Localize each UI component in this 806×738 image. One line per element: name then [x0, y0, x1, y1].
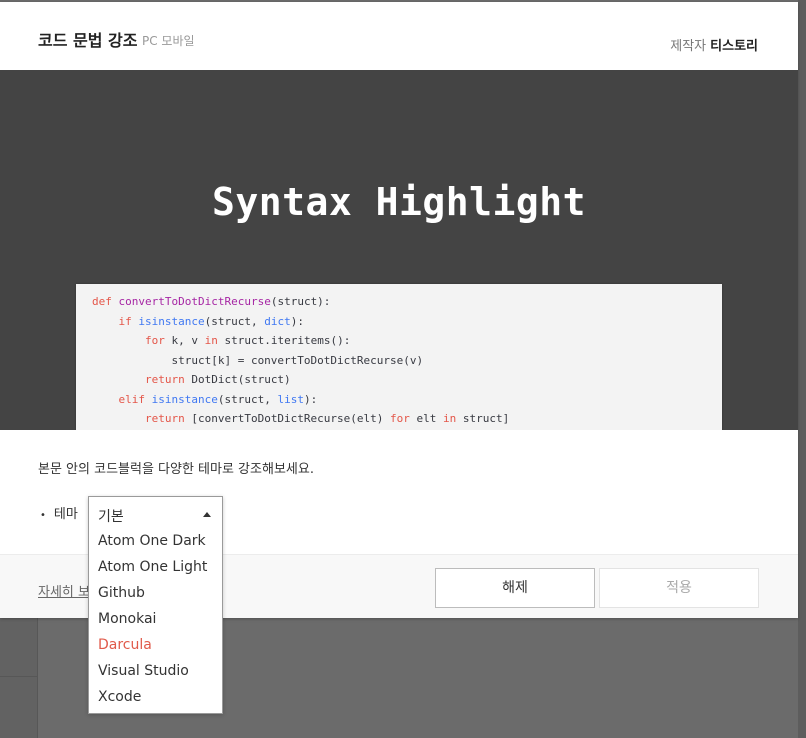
release-button[interactable]: 해제 — [435, 568, 595, 608]
code-token: isinstance — [151, 392, 218, 406]
code-token: struct.iteritems(): — [224, 334, 351, 347]
code-line: return DotDict(struct) — [92, 370, 722, 390]
code-token: elif — [118, 392, 152, 406]
maker-info: 제작자 티스토리 — [670, 35, 758, 54]
code-token: if — [118, 314, 139, 328]
preview-title: Syntax Highlight — [211, 180, 587, 224]
code-token: convertToDotDictRecurse — [118, 295, 271, 308]
code-line: elif isinstance(struct, list): — [92, 390, 722, 410]
background-scrollbar — [798, 0, 806, 738]
code-token: DotDict(struct) — [191, 373, 291, 386]
code-token: struct] — [462, 412, 510, 425]
theme-option-darcula[interactable]: Darcula — [89, 632, 222, 658]
plugin-description: 본문 안의 코드블럭을 다양한 테마로 강조해보세요. — [38, 462, 314, 477]
code-token: return — [144, 373, 192, 386]
maker-name: 티스토리 — [710, 39, 758, 54]
code-token: in — [204, 334, 225, 347]
theme-select-value[interactable]: 기본 — [89, 497, 222, 529]
code-sample: def convertToDotDictRecurse(struct): if … — [76, 284, 722, 430]
theme-row: • 테마 — [40, 503, 78, 522]
platform-label: PC 모바일 — [142, 34, 195, 48]
code-line: if isinstance(struct, dict): — [92, 312, 722, 332]
code-token: isinstance — [138, 314, 205, 328]
code-token: elt — [416, 412, 444, 425]
theme-option-atom-one-dark[interactable]: Atom One Dark — [89, 528, 222, 554]
theme-select[interactable]: 기본 Atom One Dark Atom One Light Github Mono… — [88, 496, 223, 714]
code-token: dict — [264, 314, 291, 328]
code-token: ): — [303, 392, 318, 406]
code-line: return [convertToDotDictRecurse(elt) for… — [92, 409, 722, 429]
theme-option-monokai[interactable]: Monokai — [89, 606, 222, 632]
code-token: for — [144, 334, 172, 347]
theme-select-value-text: 기본 — [98, 509, 124, 525]
code-token: [convertToDotDictRecurse(elt) — [191, 412, 391, 425]
background-divider — [0, 676, 38, 677]
code-line: def convertToDotDictRecurse(struct): — [92, 292, 722, 312]
code-token: def — [92, 295, 119, 308]
theme-option-github[interactable]: Github — [89, 580, 222, 606]
code-line: struct[k] = convertToDotDictRecurse(v) — [92, 351, 722, 371]
code-token: k, v — [171, 334, 205, 347]
background-sidebar — [0, 618, 38, 738]
theme-option-visual-studio[interactable]: Visual Studio — [89, 658, 222, 684]
code-token: (struct, — [204, 314, 265, 328]
caret-up-icon — [203, 512, 211, 517]
bullet: • — [40, 510, 46, 521]
theme-label: 테마 — [53, 507, 78, 522]
code-token: in — [443, 412, 463, 425]
code-token: return — [144, 412, 192, 425]
modal-title: 코드 문법 강조 — [38, 31, 138, 50]
code-token: ): — [290, 314, 304, 328]
code-token: (struct): — [270, 295, 331, 308]
code-token: (struct, — [217, 392, 278, 406]
apply-button[interactable]: 적용 — [599, 568, 759, 608]
code-line: for k, v in struct.iteritems(): — [92, 331, 722, 351]
theme-option-atom-one-light[interactable]: Atom One Light — [89, 554, 222, 580]
preview-banner: Syntax Highlight def convertToDotDictRec… — [0, 70, 798, 430]
theme-option-xcode[interactable]: Xcode — [89, 684, 222, 710]
theme-options-list: Atom One Dark Atom One Light Github Monokai… — [89, 528, 222, 710]
code-token: list — [277, 392, 304, 406]
modal-header: 코드 문법 강조 PC 모바일 제작자 티스토리 — [0, 2, 798, 70]
code-token: struct[k] = convertToDotDictRecurse(v) — [92, 353, 424, 367]
code-token: for — [390, 412, 417, 425]
maker-label: 제작자 — [670, 39, 707, 54]
